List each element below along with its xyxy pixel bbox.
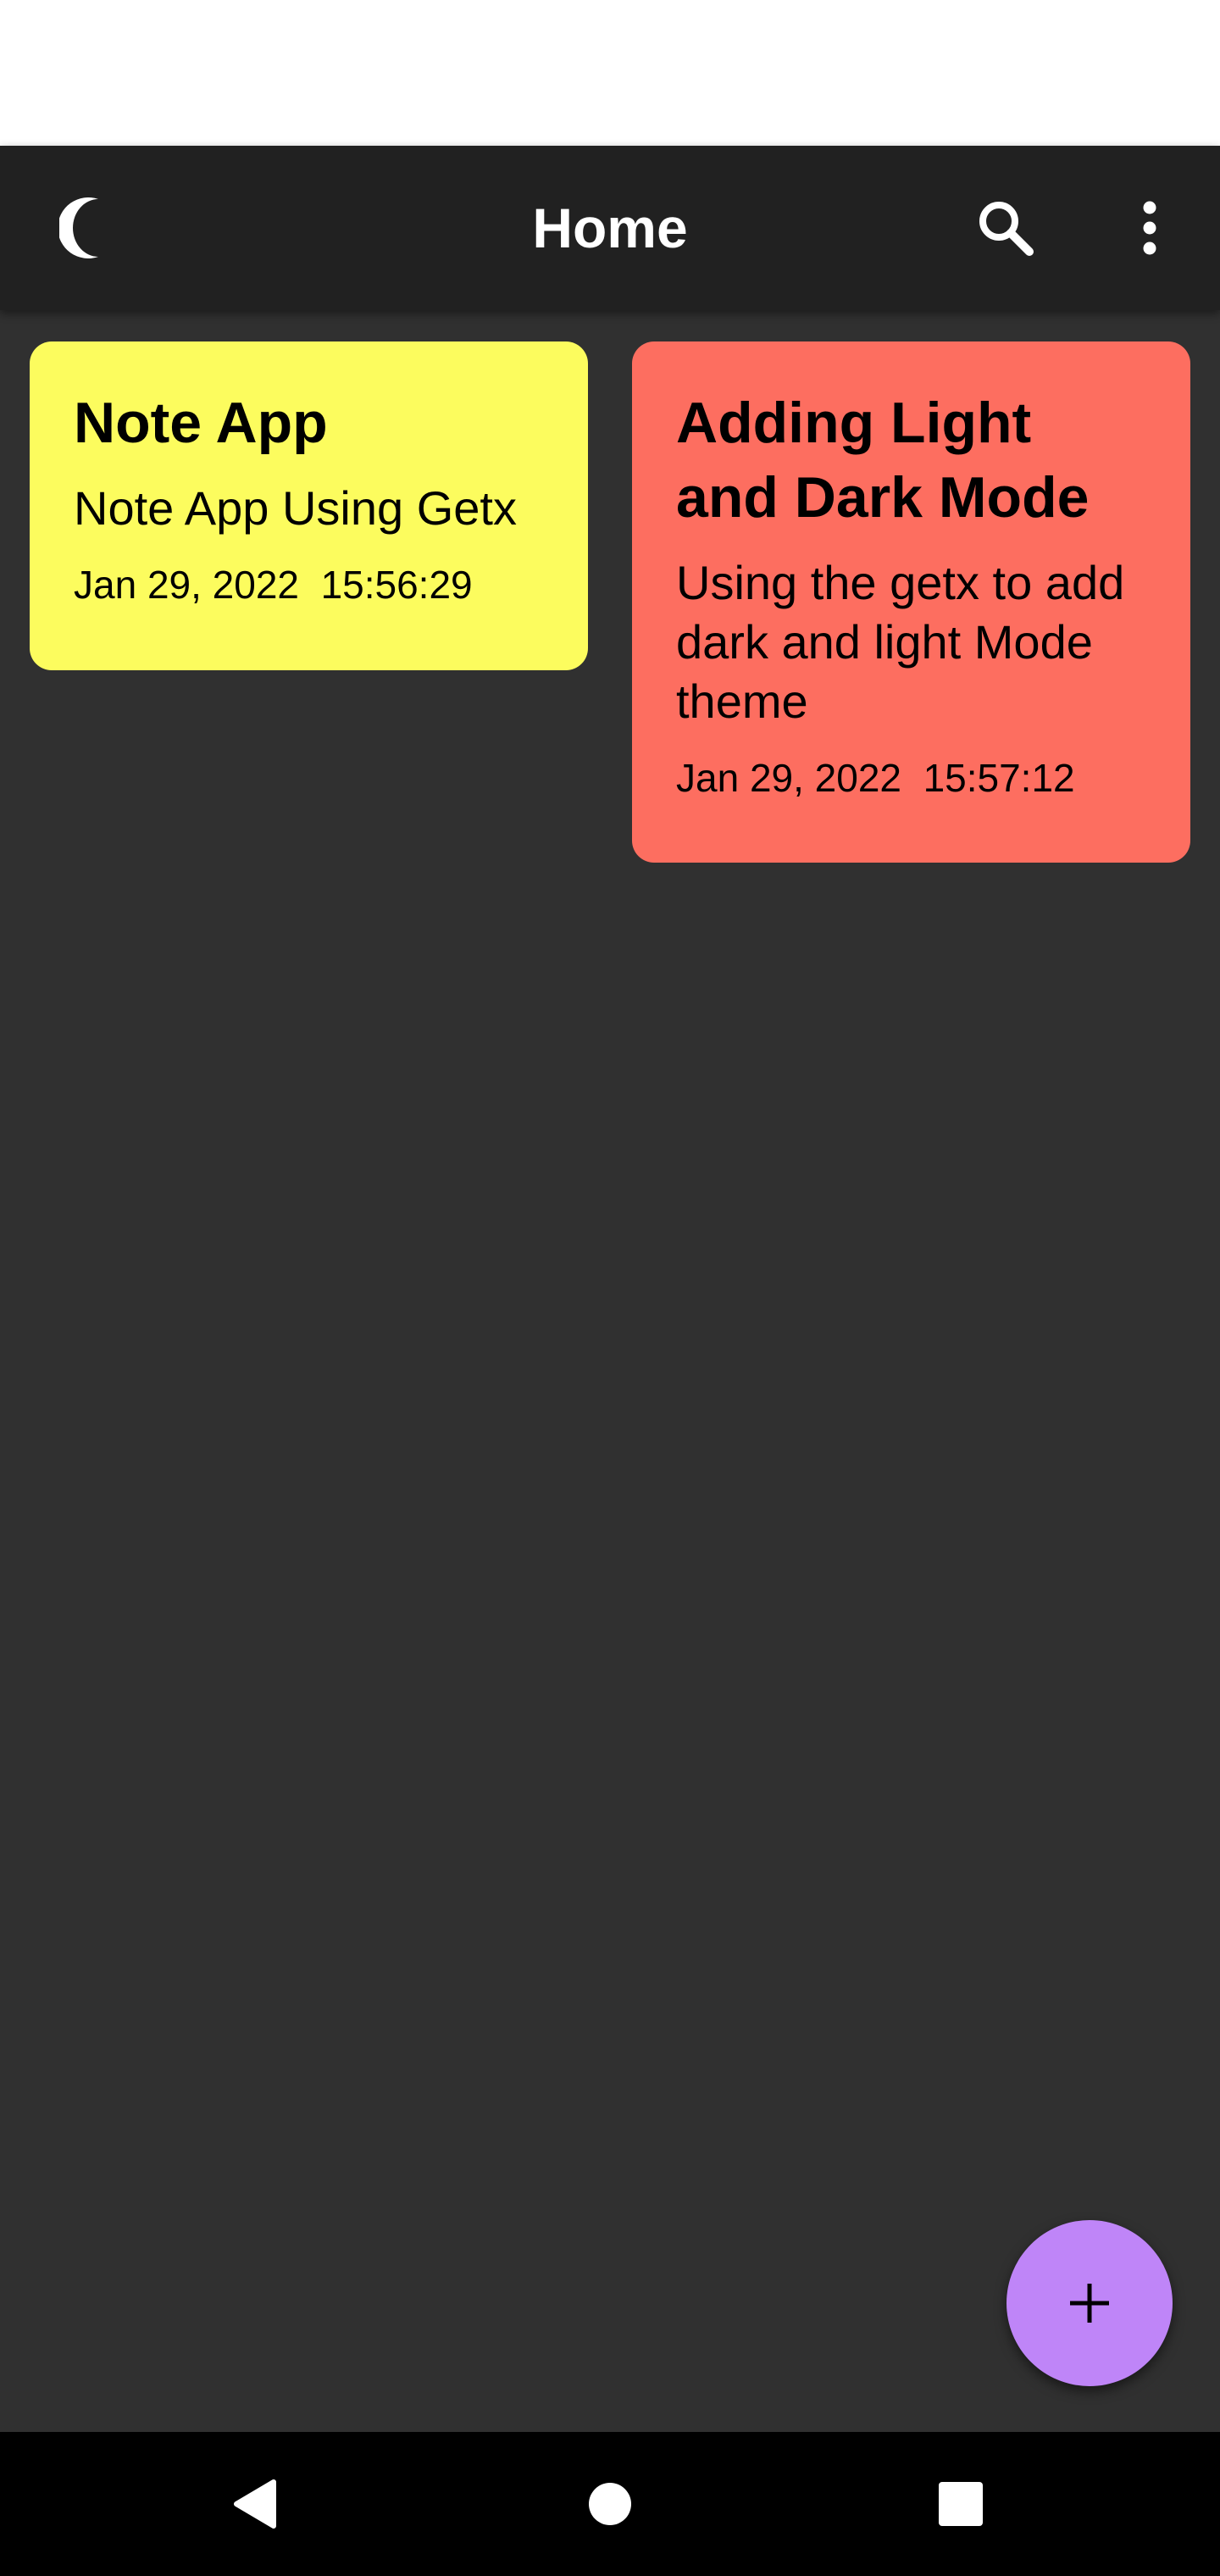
search-button[interactable] [963,186,1048,270]
note-body: Using the getx to add dark and light Mod… [676,556,1125,728]
note-title: Adding Light and Dark Mode [676,391,1090,530]
system-nav-bar [0,2432,1220,2576]
note-card[interactable]: Note App Note App Using Getx Jan 29, 202… [30,341,588,670]
moon-icon [59,197,98,258]
app-bar: Home [0,146,1220,310]
theme-toggle-button[interactable] [42,186,127,270]
status-bar [0,0,1220,146]
plus-icon [1070,2284,1109,2323]
nav-home-button[interactable] [559,2453,661,2555]
note-date: Jan 29, 2022 15:56:29 [74,563,473,607]
home-icon [589,2483,631,2525]
add-note-button[interactable] [1006,2220,1173,2386]
note-title: Note App [74,391,328,455]
overflow-menu-button[interactable] [1107,186,1192,270]
more-vert-icon [1143,201,1156,255]
note-date: Jan 29, 2022 15:57:12 [676,756,1075,800]
recents-icon [939,2482,983,2526]
back-icon [234,2479,276,2529]
note-card[interactable]: Adding Light and Dark Mode Using the get… [632,341,1190,863]
search-icon [979,202,1034,256]
note-body: Note App Using Getx [74,481,517,535]
nav-recents-button[interactable] [910,2453,1012,2555]
page-title: Home [532,197,688,259]
nav-back-button[interactable] [203,2453,305,2555]
